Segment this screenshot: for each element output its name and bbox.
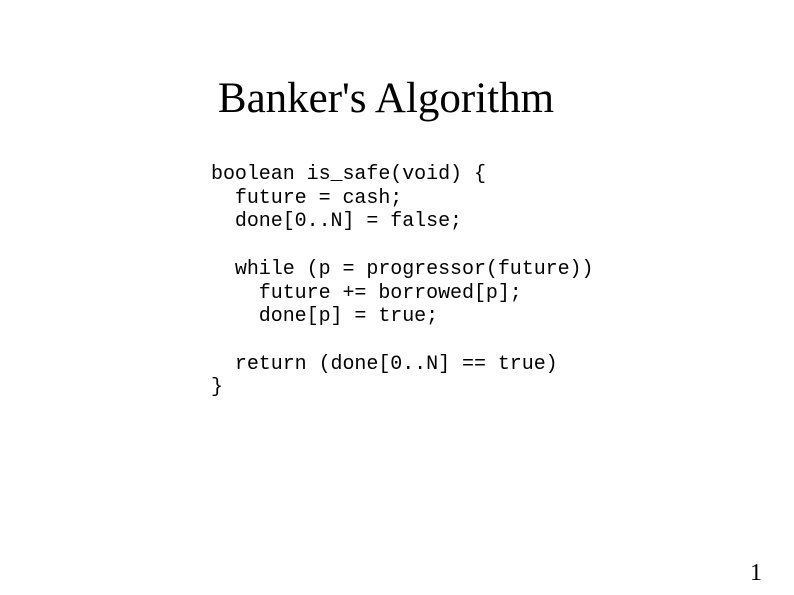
page-number: 1 — [750, 560, 762, 586]
code-line: } — [211, 376, 223, 400]
code-line: done[0..N] = false; — [211, 210, 462, 234]
code-line: boolean is_safe(void) { — [211, 163, 486, 186]
code-line: done[p] = true; — [211, 305, 439, 329]
code-line: future = cash; — [211, 186, 403, 210]
code-block: boolean is_safe(void) { future = cash; d… — [211, 163, 594, 400]
slide-title: Banker's Algorithm — [217, 75, 555, 122]
code-line: while (p = progressor(future)) — [211, 257, 594, 281]
code-line: return (done[0..N] == true) — [211, 352, 558, 376]
code-line: future += borrowed[p]; — [211, 281, 522, 305]
